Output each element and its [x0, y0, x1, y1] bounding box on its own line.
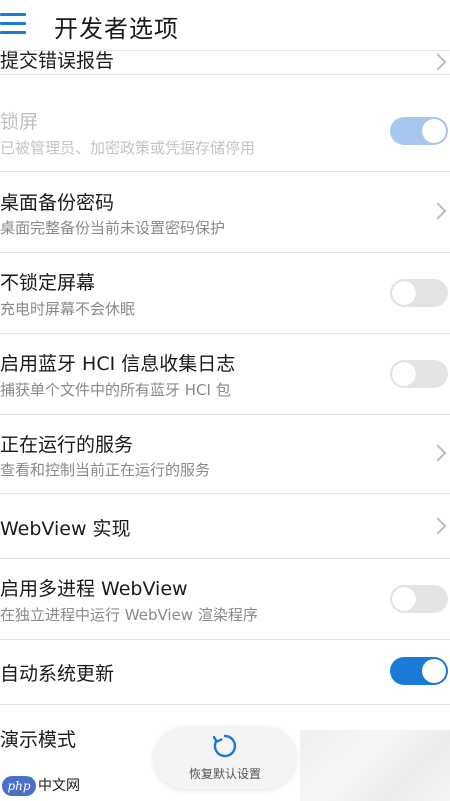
- row-title: 启用多进程 WebView: [0, 578, 188, 600]
- row-title: 启用蓝牙 HCI 信息收集日志: [0, 353, 236, 375]
- row-title: 不锁定屏幕: [0, 272, 96, 294]
- menu-icon[interactable]: [0, 0, 38, 50]
- toggle-knob: [392, 587, 416, 611]
- row-title: 正在运行的服务: [0, 434, 134, 456]
- site-watermark: php 中文网: [0, 772, 130, 801]
- developer-options-screen: 提交错误报告 锁屏 已被管理员、加密政策或凭据存储停用 桌面备份密码 桌面完整备…: [0, 0, 450, 801]
- row-title: 桌面备份密码: [0, 192, 115, 214]
- watermark-text: 中文网: [38, 778, 80, 794]
- row-subtitle: 充电时屏幕不会休眠: [0, 300, 136, 318]
- row-title: 自动系统更新: [0, 663, 115, 685]
- chevron-right-icon: [429, 444, 447, 462]
- row-title: 演示模式: [0, 729, 77, 751]
- row-title: WebView 实现: [0, 518, 131, 540]
- chevron-right-icon: [429, 53, 447, 71]
- watermark-badge: php: [2, 776, 36, 796]
- settings-row-lock-screen: 锁屏 已被管理员、加密政策或凭据存储停用: [0, 94, 450, 172]
- settings-row-desktop-backup-password[interactable]: 桌面备份密码 桌面完整备份当前未设置密码保护: [0, 172, 450, 253]
- row-title: 锁屏: [0, 111, 39, 133]
- toggle-knob: [422, 659, 446, 683]
- settings-row-webview-implementation[interactable]: WebView 实现: [0, 494, 450, 559]
- restore-defaults-button[interactable]: 恢复默认设置: [154, 727, 296, 789]
- blurred-region: [300, 730, 450, 801]
- row-subtitle: 捕获单个文件中的所有蓝牙 HCI 包: [0, 381, 231, 399]
- settings-row-auto-system-update[interactable]: 自动系统更新: [0, 640, 450, 705]
- refresh-icon: [212, 734, 237, 758]
- row-subtitle: 已被管理员、加密政策或凭据存储停用: [0, 139, 256, 157]
- stay-awake-toggle[interactable]: [390, 279, 448, 307]
- app-header: 开发者选项: [0, 0, 450, 51]
- row-subtitle: 桌面完整备份当前未设置密码保护: [0, 219, 226, 237]
- settings-row-running-services[interactable]: 正在运行的服务 查看和控制当前正在运行的服务: [0, 415, 450, 494]
- bluetooth-hci-log-toggle[interactable]: [390, 360, 448, 388]
- lock-screen-toggle: [390, 117, 448, 145]
- row-subtitle: 查看和控制当前正在运行的服务: [0, 461, 211, 479]
- restore-defaults-label: 恢复默认设置: [188, 767, 261, 781]
- multiprocess-webview-toggle[interactable]: [390, 585, 448, 613]
- page-title: 开发者选项: [54, 15, 179, 43]
- chevron-right-icon: [429, 202, 447, 220]
- settings-row-bluetooth-hci-log[interactable]: 启用蓝牙 HCI 信息收集日志 捕获单个文件中的所有蓝牙 HCI 包: [0, 334, 450, 415]
- toggle-knob: [392, 362, 416, 386]
- toggle-knob: [392, 281, 416, 305]
- auto-system-update-toggle[interactable]: [390, 657, 448, 685]
- settings-row-stay-awake[interactable]: 不锁定屏幕 充电时屏幕不会休眠: [0, 253, 450, 334]
- row-subtitle: 在独立进程中运行 WebView 渲染程序: [0, 606, 258, 624]
- toggle-knob: [422, 119, 446, 143]
- chevron-right-icon: [429, 517, 447, 535]
- settings-row-multiprocess-webview[interactable]: 启用多进程 WebView 在独立进程中运行 WebView 渲染程序: [0, 559, 450, 640]
